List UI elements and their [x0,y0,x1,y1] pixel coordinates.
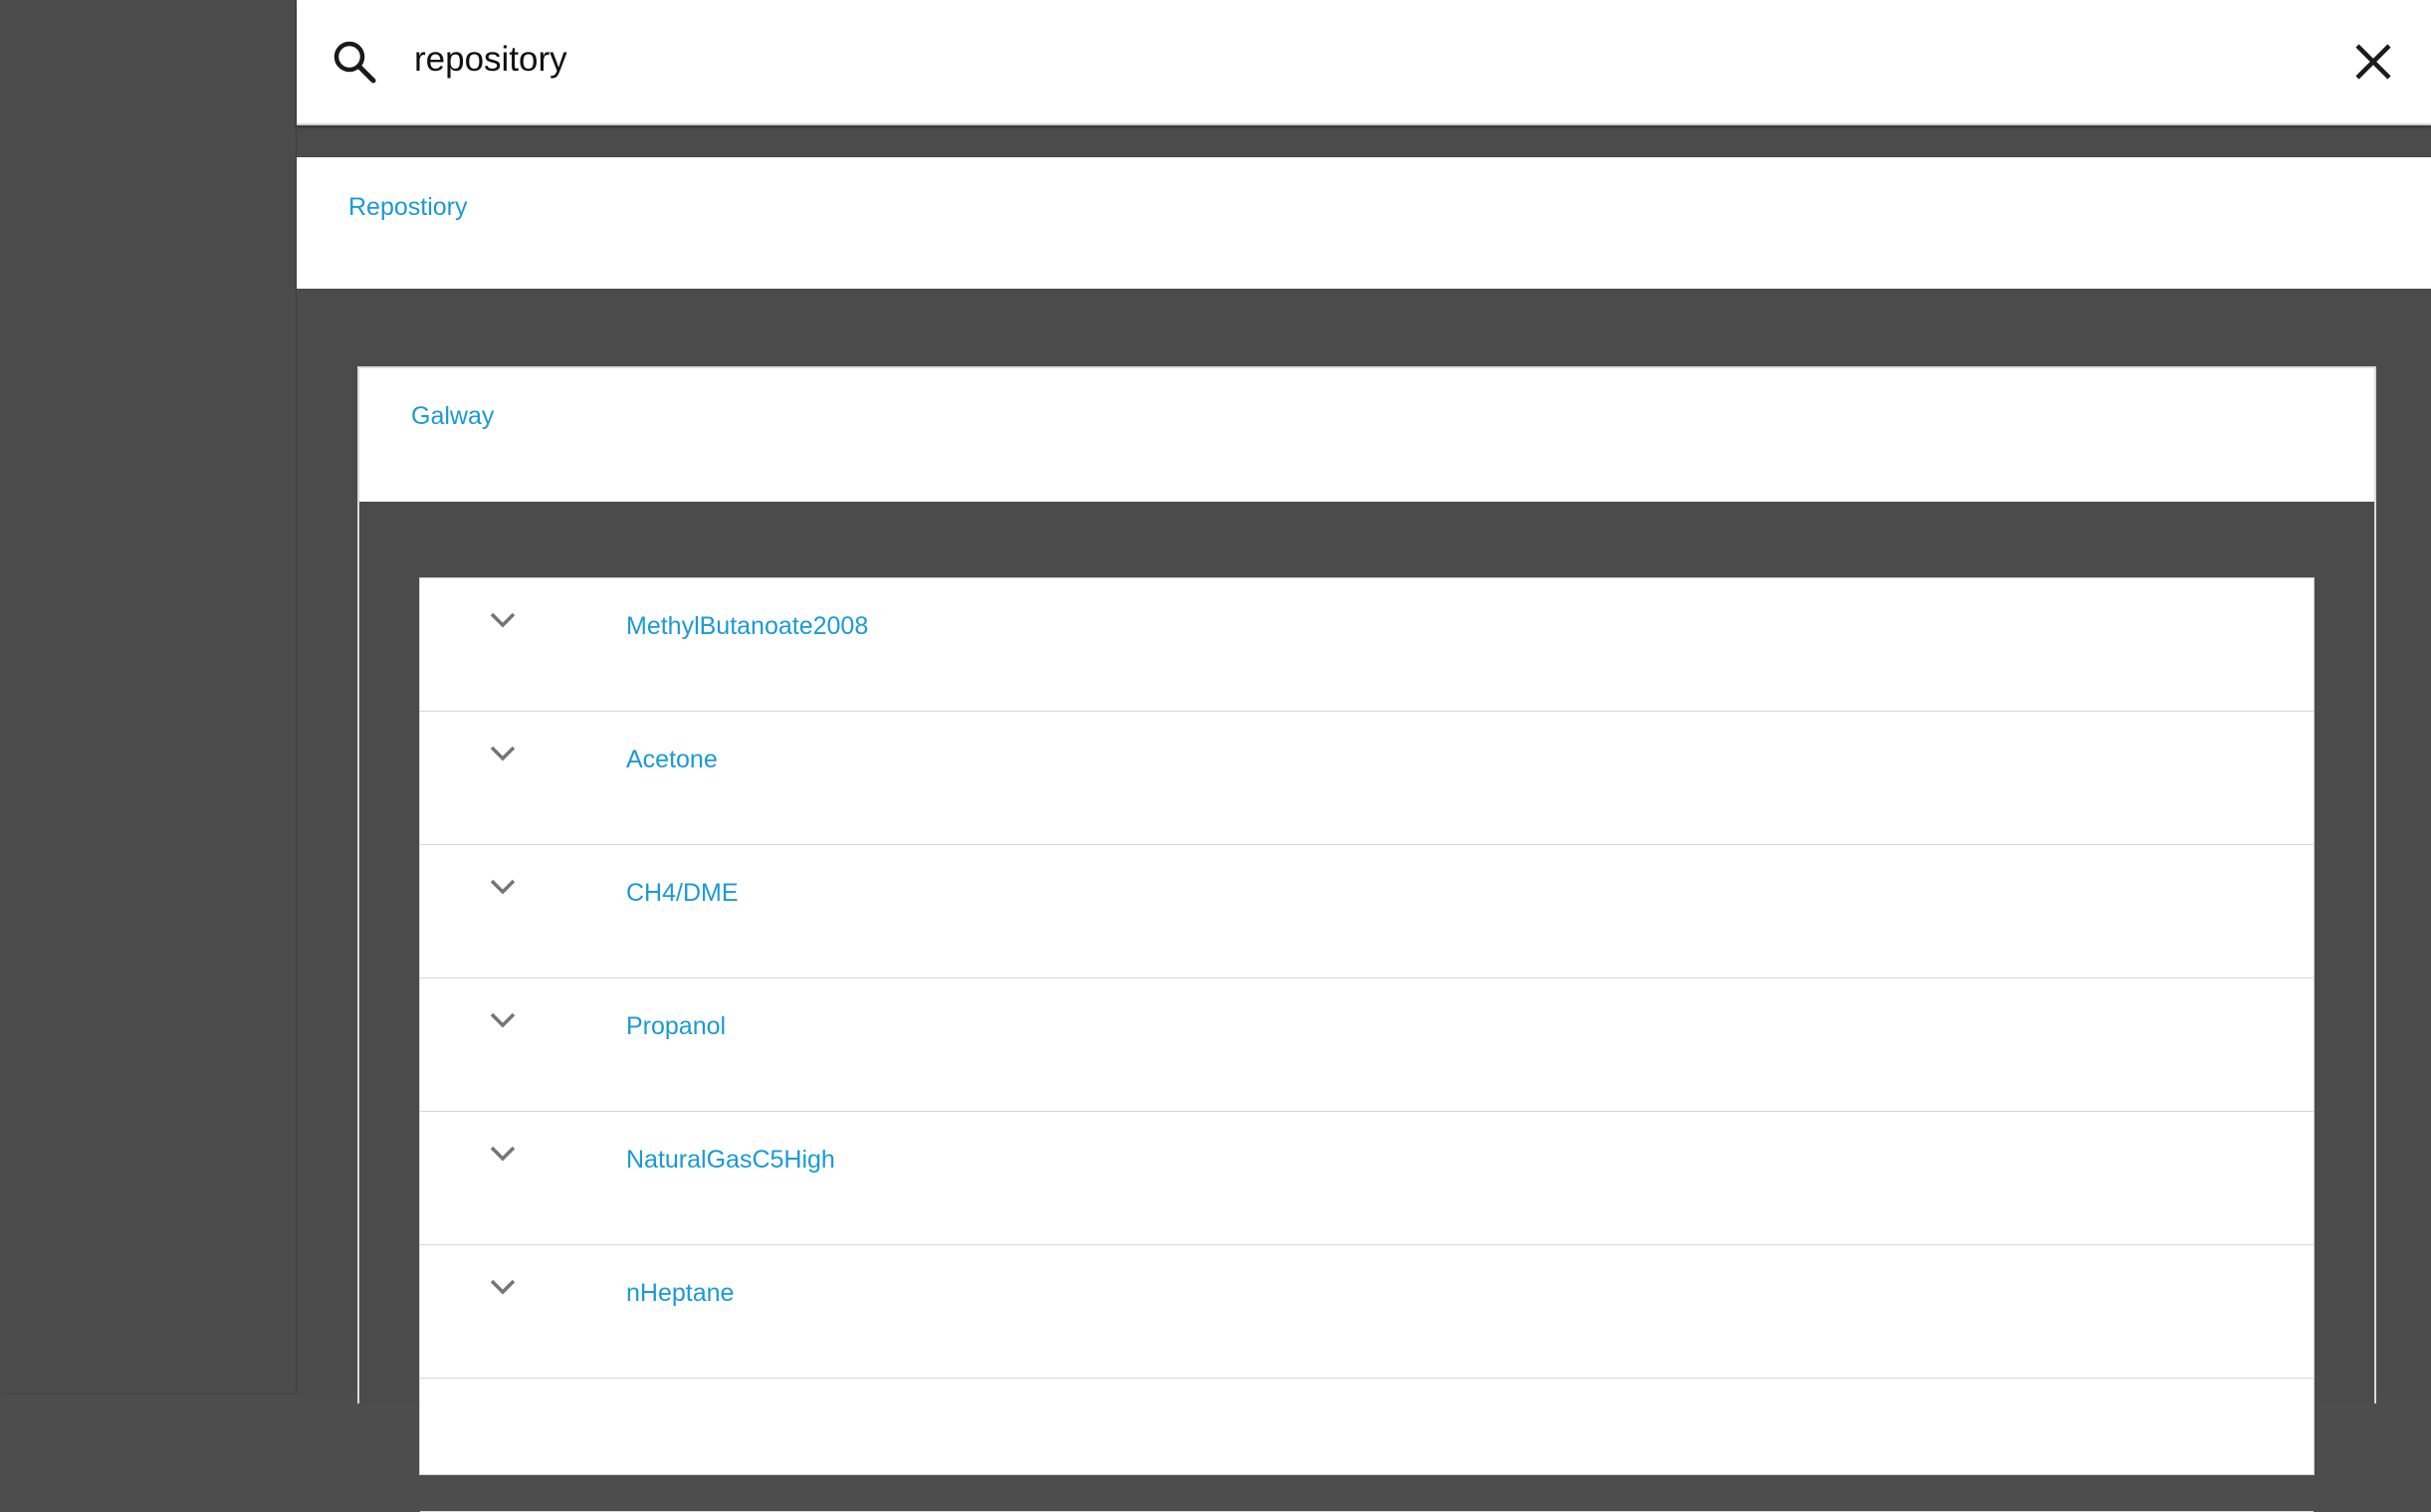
main-content: Repostiory Galway MethylButanoate2008 Ac… [297,0,2431,1512]
list-item-label[interactable]: NaturalGasC5High [626,1146,835,1175]
list-item-label[interactable]: nHeptane [626,1279,734,1308]
repository-link[interactable]: Repostiory [348,193,468,222]
close-icon[interactable] [2351,40,2395,84]
chevron-down-icon[interactable] [488,877,518,897]
chevron-down-icon[interactable] [488,610,518,630]
search-input[interactable] [414,30,2206,90]
list-item[interactable]: nHeptane [420,1245,2314,1379]
chevron-down-icon[interactable] [488,1144,518,1164]
list-item[interactable] [420,1379,2314,1512]
search-icon[interactable] [331,38,378,86]
group-link-galway[interactable]: Galway [411,402,494,431]
mechanism-list: MethylButanoate2008 Acetone CH4/DME Prop… [419,577,2315,1512]
list-item[interactable]: CH4/DME [420,845,2314,978]
chevron-down-icon[interactable] [488,1010,518,1030]
list-item-label[interactable]: Acetone [626,746,718,774]
list-item[interactable]: MethylButanoate2008 [420,578,2314,712]
group-panel: Galway MethylButanoate2008 Acetone CH4/D… [357,366,2376,1512]
search-bar [297,0,2431,125]
chevron-down-icon[interactable] [488,1277,518,1297]
list-item-label[interactable]: MethylButanoate2008 [626,612,868,641]
left-sidebar [0,0,296,1394]
group-header: Galway [359,368,2374,502]
list-item-label[interactable]: Propanol [626,1012,726,1041]
list-item[interactable]: Acetone [420,712,2314,845]
list-item-label[interactable]: CH4/DME [626,879,739,908]
chevron-down-icon[interactable] [488,744,518,763]
list-item[interactable]: Propanol [420,978,2314,1112]
list-item[interactable]: NaturalGasC5High [420,1112,2314,1245]
repository-header: Repostiory [297,157,2431,289]
